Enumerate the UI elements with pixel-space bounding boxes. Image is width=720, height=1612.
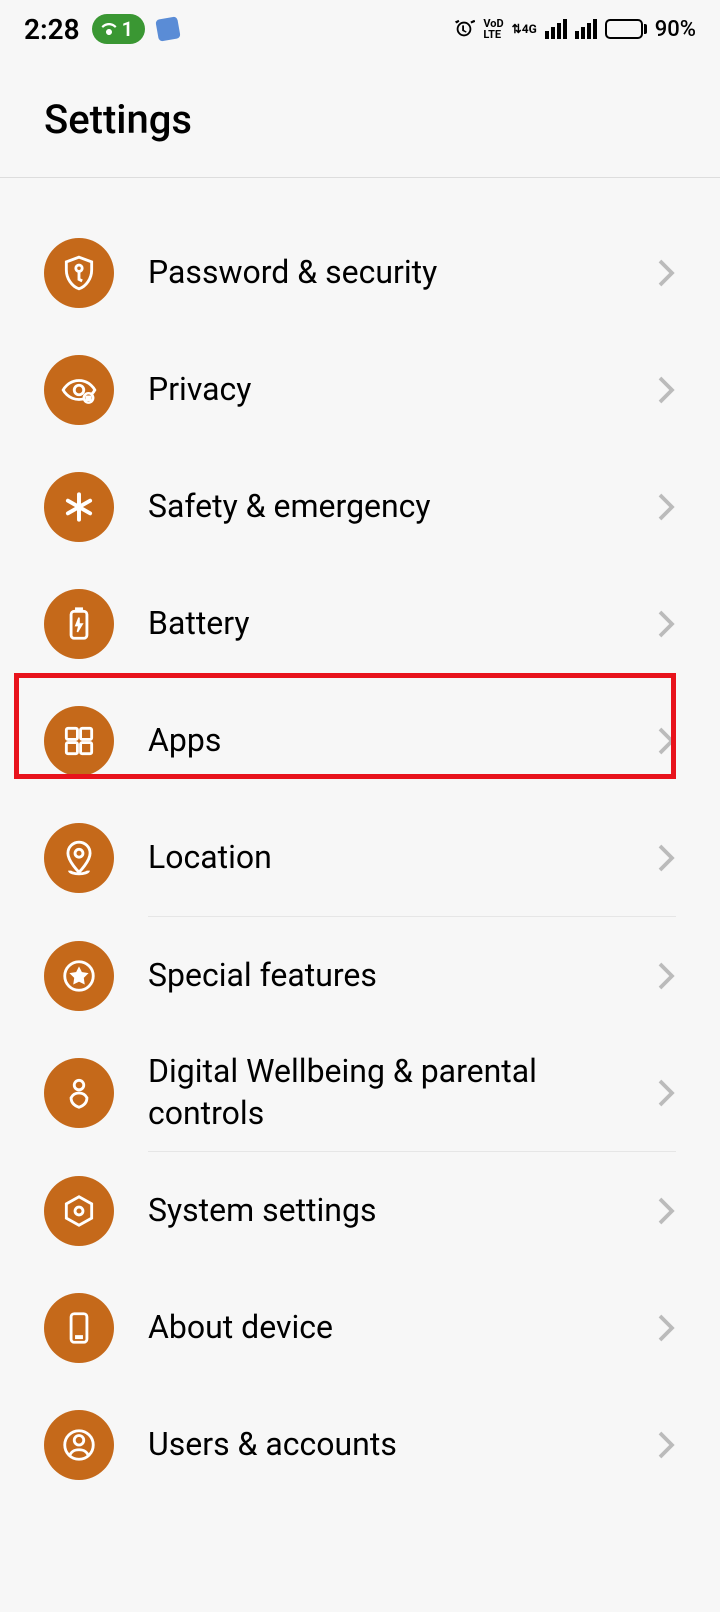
settings-item-safety-emergency[interactable]: Safety & emergency [0,448,720,565]
item-label: Privacy [148,369,656,411]
chevron-right-icon [656,961,676,991]
status-left: 2:28 1 [24,13,179,46]
item-label: Apps [148,720,656,762]
chevron-right-icon [656,1313,676,1343]
item-label: Location [148,837,656,879]
settings-item-special-features[interactable]: Special features [0,917,720,1034]
heart-person-icon [44,1058,114,1128]
settings-item-password-security[interactable]: Password & security [0,214,720,331]
signal-bars-2-icon [575,19,597,39]
item-label: Users & accounts [148,1424,656,1466]
status-bar: 2:28 1 VoDLTE ⇅4G 90% [0,0,720,58]
chevron-right-icon [656,726,676,756]
chevron-right-icon [656,1430,676,1460]
status-right: VoDLTE ⇅4G 90% [453,17,696,42]
chevron-right-icon [656,1196,676,1226]
chevron-right-icon [656,258,676,288]
item-label: About device [148,1307,656,1349]
page-title: Settings [44,96,676,143]
asterisk-icon [44,472,114,542]
chevron-right-icon [656,492,676,522]
item-label: Battery [148,603,656,645]
chevron-right-icon [656,375,676,405]
volte-icon: VoDLTE [483,18,503,40]
battery-icon [605,19,647,39]
alarm-icon [453,18,475,40]
eye-lock-icon [44,355,114,425]
item-label: Password & security [148,252,656,294]
settings-item-battery[interactable]: Battery [0,565,720,682]
battery-percentage: 90% [655,17,696,42]
app-indicator-icon [155,16,180,41]
item-label: System settings [148,1190,656,1232]
settings-list: Password & security Privacy Safety & eme… [0,178,720,1503]
apps-grid-icon [44,706,114,776]
item-label: Special features [148,955,656,997]
settings-item-digital-wellbeing[interactable]: Digital Wellbeing & parental controls [0,1034,720,1151]
settings-item-users-accounts[interactable]: Users & accounts [0,1386,720,1503]
network-4g-icon: ⇅4G [512,22,537,36]
badge-count: 1 [122,17,133,41]
signal-bars-1-icon [545,19,567,39]
shield-key-icon [44,238,114,308]
item-label: Safety & emergency [148,486,656,528]
status-time: 2:28 [24,13,80,46]
notification-badge: 1 [92,14,145,44]
settings-item-apps[interactable]: Apps [0,682,720,799]
hexagon-dot-icon [44,1176,114,1246]
battery-charge-icon [44,589,114,659]
chevron-right-icon [656,609,676,639]
chevron-right-icon [656,1078,676,1108]
person-circle-icon [44,1410,114,1480]
star-circle-icon [44,941,114,1011]
page-header: Settings [0,58,720,178]
phone-device-icon [44,1293,114,1363]
chevron-right-icon [656,843,676,873]
settings-item-location[interactable]: Location [0,799,720,916]
location-pin-icon [44,823,114,893]
settings-item-system[interactable]: System settings [0,1152,720,1269]
wifi-person-icon [100,20,118,38]
item-label: Digital Wellbeing & parental controls [148,1051,656,1134]
settings-item-privacy[interactable]: Privacy [0,331,720,448]
settings-item-about-device[interactable]: About device [0,1269,720,1386]
